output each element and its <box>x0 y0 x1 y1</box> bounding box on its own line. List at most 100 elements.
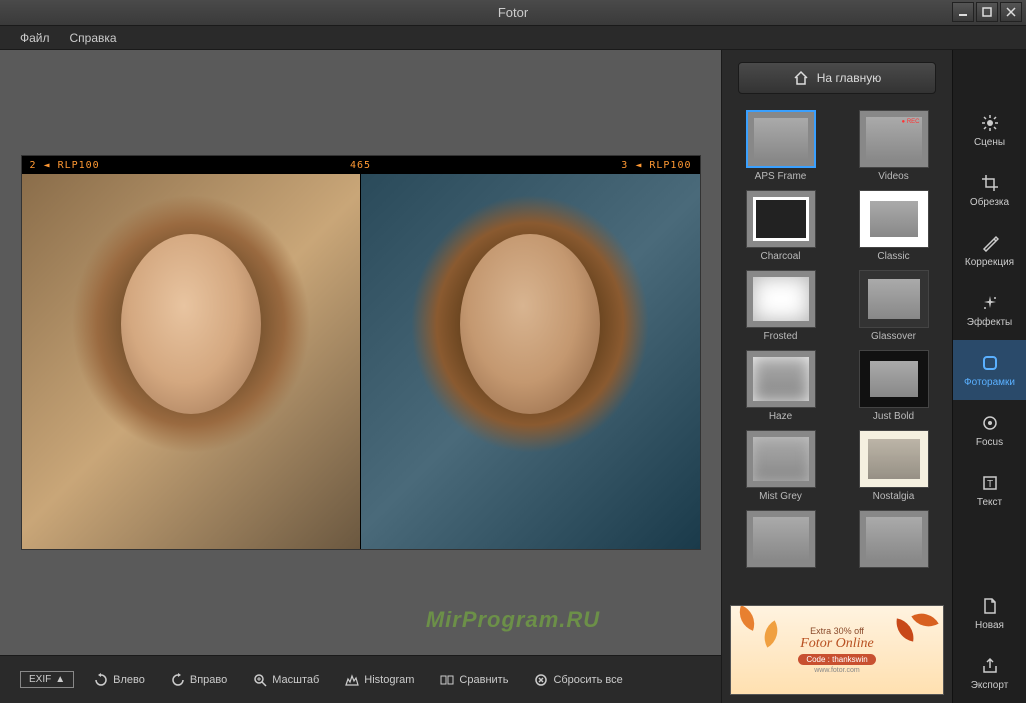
home-icon <box>793 70 809 86</box>
bottom-toolbar: EXIF ▲ Влево Вправо Масштаб Histogram Ср… <box>0 655 721 703</box>
side-tools: Сцены Обрезка Коррекция Эффекты Фоторамки Foc… <box>952 50 1026 703</box>
frame-item-extra2[interactable] <box>843 510 944 571</box>
frame-label: Haze <box>769 411 792 422</box>
frame-thumb <box>859 270 929 328</box>
frames-icon <box>980 353 1000 373</box>
frame-item-videos[interactable]: Videos <box>843 110 944 182</box>
frame-label: Charcoal <box>760 251 800 262</box>
side-tool-scenes[interactable]: Сцены <box>953 100 1026 160</box>
maximize-button[interactable] <box>976 2 998 22</box>
frame-label: Just Bold <box>873 411 914 422</box>
frame-thumb <box>746 270 816 328</box>
effects-icon <box>980 293 1000 313</box>
frame-thumb <box>859 350 929 408</box>
side-tool-label: Сцены <box>974 137 1005 148</box>
window-title: Fotor <box>498 5 528 20</box>
frame-thumb <box>859 510 929 568</box>
frame-item-extra1[interactable] <box>730 510 831 571</box>
frame-label: Nostalgia <box>873 491 915 502</box>
frame-item-frosted[interactable]: Frosted <box>730 270 831 342</box>
zoom-icon <box>253 673 267 687</box>
frame-label: Glassover <box>871 331 916 342</box>
text-icon: T <box>980 473 1000 493</box>
frame-label: Frosted <box>764 331 798 342</box>
side-tool-effects[interactable]: Эффекты <box>953 280 1026 340</box>
rotate-right-icon <box>171 673 185 687</box>
rotate-left-button[interactable]: Влево <box>88 669 151 691</box>
histogram-icon <box>345 673 359 687</box>
histogram-button[interactable]: Histogram <box>339 669 420 691</box>
frame-thumb <box>746 510 816 568</box>
film-label-right: 3 ◄ RLP100 <box>621 160 691 171</box>
frame-label: Videos <box>878 171 908 182</box>
promo-discount: Extra 30% off <box>810 626 864 636</box>
frame-item-nostalgia[interactable]: Nostalgia <box>843 430 944 502</box>
frame-thumb <box>746 430 816 488</box>
photo-edited <box>360 174 700 549</box>
window-controls <box>952 2 1022 22</box>
frame-thumb <box>859 110 929 168</box>
zoom-button[interactable]: Масштаб <box>247 669 325 691</box>
exif-button[interactable]: EXIF ▲ <box>20 671 74 688</box>
side-tool-label: Текст <box>977 497 1002 508</box>
side-tool-label: Коррекция <box>965 257 1014 268</box>
frame-thumb <box>859 430 929 488</box>
frames-grid[interactable]: APS Frame Videos Charcoal Classic Frosted Gla… <box>722 106 952 597</box>
export-icon <box>980 656 1000 676</box>
promo-title: Fotor Online <box>800 636 874 652</box>
side-tool-label: Экспорт <box>971 680 1009 691</box>
side-tool-label: Focus <box>976 437 1003 448</box>
frame-label: Classic <box>877 251 909 262</box>
minimize-button[interactable] <box>952 2 974 22</box>
right-panel: На главную APS Frame Videos Charcoal Classi… <box>721 50 1026 703</box>
reset-button[interactable]: Сбросить все <box>528 669 628 691</box>
frame-thumb <box>746 110 816 168</box>
promo-code: Code : thankswin <box>798 654 875 665</box>
frame-item-mistgrey[interactable]: Mist Grey <box>730 430 831 502</box>
new-icon <box>980 596 1000 616</box>
frame-item-glassover[interactable]: Glassover <box>843 270 944 342</box>
frame-item-aps[interactable]: APS Frame <box>730 110 831 182</box>
side-tool-label: Новая <box>975 620 1004 631</box>
photo-original <box>22 174 361 549</box>
frame-thumb <box>746 350 816 408</box>
chevron-up-icon: ▲ <box>55 674 65 685</box>
side-tool-export[interactable]: Экспорт <box>953 643 1026 703</box>
frame-item-justbold[interactable]: Just Bold <box>843 350 944 422</box>
side-tool-frames[interactable]: Фоторамки <box>953 340 1026 400</box>
frame-item-charcoal[interactable]: Charcoal <box>730 190 831 262</box>
promo-url: www.fotor.com <box>814 667 860 674</box>
side-tool-correction[interactable]: Коррекция <box>953 220 1026 280</box>
reset-icon <box>534 673 548 687</box>
side-tool-new[interactable]: Новая <box>953 583 1026 643</box>
compare-button[interactable]: Сравнить <box>434 669 514 691</box>
frame-item-classic[interactable]: Classic <box>843 190 944 262</box>
side-tool-label: Обрезка <box>970 197 1009 208</box>
close-button[interactable] <box>1000 2 1022 22</box>
film-label-center: 465 <box>350 160 371 171</box>
focus-icon <box>980 413 1000 433</box>
frame-label: APS Frame <box>755 171 807 182</box>
home-button[interactable]: На главную <box>738 62 936 94</box>
frame-thumb <box>746 190 816 248</box>
film-label-left: 2 ◄ RLP100 <box>30 160 100 171</box>
frame-item-haze[interactable]: Haze <box>730 350 831 422</box>
promo-banner[interactable]: Extra 30% off Fotor Online Code : thanks… <box>730 605 944 695</box>
canvas-area: 2 ◄ RLP100 465 3 ◄ RLP100 EXIF ▲ Влево В… <box>0 50 721 703</box>
crop-icon <box>980 173 1000 193</box>
rotate-right-button[interactable]: Вправо <box>165 669 233 691</box>
svg-text:T: T <box>986 479 992 490</box>
frame-thumb <box>859 190 929 248</box>
correction-icon <box>980 233 1000 253</box>
side-tool-focus[interactable]: Focus <box>953 400 1026 460</box>
compare-icon <box>440 673 454 687</box>
side-tool-text[interactable]: T Текст <box>953 460 1026 520</box>
scenes-icon <box>980 113 1000 133</box>
side-tool-crop[interactable]: Обрезка <box>953 160 1026 220</box>
menu-file[interactable]: Файл <box>10 31 60 45</box>
menubar: Файл Справка <box>0 26 1026 50</box>
frame-label: Mist Grey <box>759 491 802 502</box>
titlebar: Fotor <box>0 0 1026 26</box>
menu-help[interactable]: Справка <box>60 31 127 45</box>
side-tool-label: Эффекты <box>967 317 1012 328</box>
